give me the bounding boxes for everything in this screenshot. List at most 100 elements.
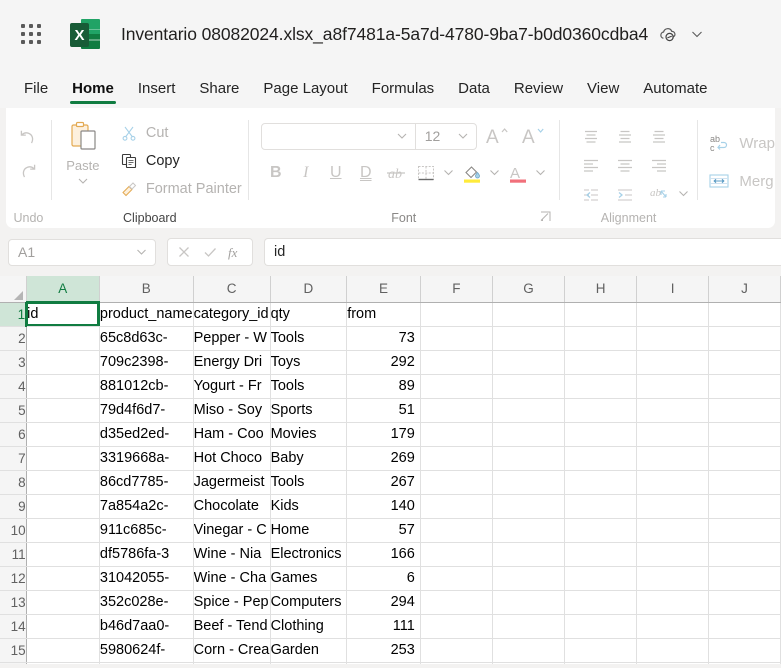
tab-file[interactable]: File [12,68,60,108]
cell-I13[interactable] [636,590,709,615]
undo-button[interactable] [11,120,45,154]
tab-page-layout[interactable]: Page Layout [251,68,359,108]
font-color-button[interactable]: A [503,158,533,187]
cell-B1[interactable]: product_name [99,302,194,327]
cell-A8[interactable] [26,470,100,495]
cell-B16[interactable] [99,662,194,664]
tab-automate[interactable]: Automate [631,68,719,108]
cut-button[interactable]: Cut [114,120,248,145]
select-all-corner[interactable] [0,276,27,303]
cell-I11[interactable] [636,542,709,567]
cell-F16[interactable] [420,662,493,664]
cell-H15[interactable] [564,638,638,663]
cell-J7[interactable] [708,446,781,471]
cell-D3[interactable]: Toys [270,350,348,375]
cell-H10[interactable] [564,518,638,543]
cell-J1[interactable] [708,302,781,327]
cell-J6[interactable] [708,422,781,447]
cell-H1[interactable] [564,302,638,327]
align-left-button[interactable] [574,151,608,180]
cell-D5[interactable]: Sports [270,398,348,423]
column-header-f[interactable]: F [420,276,493,303]
cell-E16[interactable] [346,662,421,664]
cell-B8[interactable]: 86cd7785- [99,470,194,495]
cell-C5[interactable]: Miso - Soy [193,398,271,423]
cell-J5[interactable] [708,398,781,423]
format-painter-button[interactable]: Format Painter [114,176,248,201]
cell-G13[interactable] [492,590,566,615]
cell-J9[interactable] [708,494,781,519]
cell-H9[interactable] [564,494,638,519]
cell-G1[interactable] [492,302,566,327]
cell-A6[interactable] [26,422,100,447]
cell-B12[interactable]: 31042055- [99,566,194,591]
cell-J14[interactable] [708,614,781,639]
cell-D6[interactable]: Movies [270,422,348,447]
cell-F6[interactable] [420,422,493,447]
cell-E11[interactable]: 166 [346,542,421,567]
cell-E2[interactable]: 73 [346,326,421,351]
cell-B3[interactable]: 709c2398- [99,350,194,375]
decrease-indent-button[interactable] [574,180,608,209]
font-color-chevron-down-icon[interactable] [533,160,549,186]
column-header-i[interactable]: I [636,276,709,303]
cell-B2[interactable]: 65c8d63c- [99,326,194,351]
cell-E1[interactable]: from [346,302,421,327]
cell-E15[interactable]: 253 [346,638,421,663]
cell-A1[interactable]: id [26,302,100,327]
cell-B10[interactable]: 911c685c- [99,518,194,543]
cell-F5[interactable] [420,398,493,423]
row-header-11[interactable]: 11 [0,542,27,567]
cell-C4[interactable]: Yogurt - Fr [193,374,271,399]
cell-J2[interactable] [708,326,781,351]
row-header-12[interactable]: 12 [0,566,27,591]
column-header-g[interactable]: G [492,276,566,303]
cell-E10[interactable]: 57 [346,518,421,543]
wrap-text-button[interactable]: ab c Wrap [708,124,775,162]
fill-color-button[interactable] [457,158,487,187]
cell-B7[interactable]: 3319668a- [99,446,194,471]
underline-button[interactable]: U [321,158,351,187]
cell-J3[interactable] [708,350,781,375]
cell-G3[interactable] [492,350,566,375]
tab-formulas[interactable]: Formulas [360,68,447,108]
cell-J15[interactable] [708,638,781,663]
cell-C13[interactable]: Spice - Pep [193,590,271,615]
column-header-h[interactable]: H [564,276,638,303]
cell-I4[interactable] [636,374,709,399]
row-header-9[interactable]: 9 [0,494,27,519]
cell-E4[interactable]: 89 [346,374,421,399]
cell-B5[interactable]: 79d4f6d7- [99,398,194,423]
row-header-3[interactable]: 3 [0,350,27,375]
cell-A3[interactable] [26,350,100,375]
cell-B6[interactable]: d35ed2ed- [99,422,194,447]
tab-review[interactable]: Review [502,68,575,108]
cell-J11[interactable] [708,542,781,567]
bottom-align-button[interactable] [642,122,676,151]
tab-share[interactable]: Share [187,68,251,108]
fill-color-chevron-down-icon[interactable] [487,160,503,186]
increase-indent-button[interactable] [608,180,642,209]
cell-E13[interactable]: 294 [346,590,421,615]
cell-D15[interactable]: Garden [270,638,348,663]
cell-F8[interactable] [420,470,493,495]
cell-D14[interactable]: Clothing [270,614,348,639]
cell-D10[interactable]: Home [270,518,348,543]
strikethrough-button[interactable]: ab [381,158,411,187]
cell-F15[interactable] [420,638,493,663]
cell-C1[interactable]: category_id [193,302,271,327]
cell-D13[interactable]: Computers [270,590,348,615]
cell-H11[interactable] [564,542,638,567]
cell-G14[interactable] [492,614,566,639]
cell-G4[interactable] [492,374,566,399]
cell-A7[interactable] [26,446,100,471]
cell-J13[interactable] [708,590,781,615]
cell-C16[interactable] [193,662,271,664]
cell-A14[interactable] [26,614,100,639]
orientation-chevron-down-icon[interactable] [676,180,692,206]
decrease-font-size-button[interactable]: A [519,122,549,150]
borders-button[interactable] [411,158,441,187]
borders-chevron-down-icon[interactable] [441,160,457,186]
cell-F11[interactable] [420,542,493,567]
cell-G16[interactable] [492,662,566,664]
